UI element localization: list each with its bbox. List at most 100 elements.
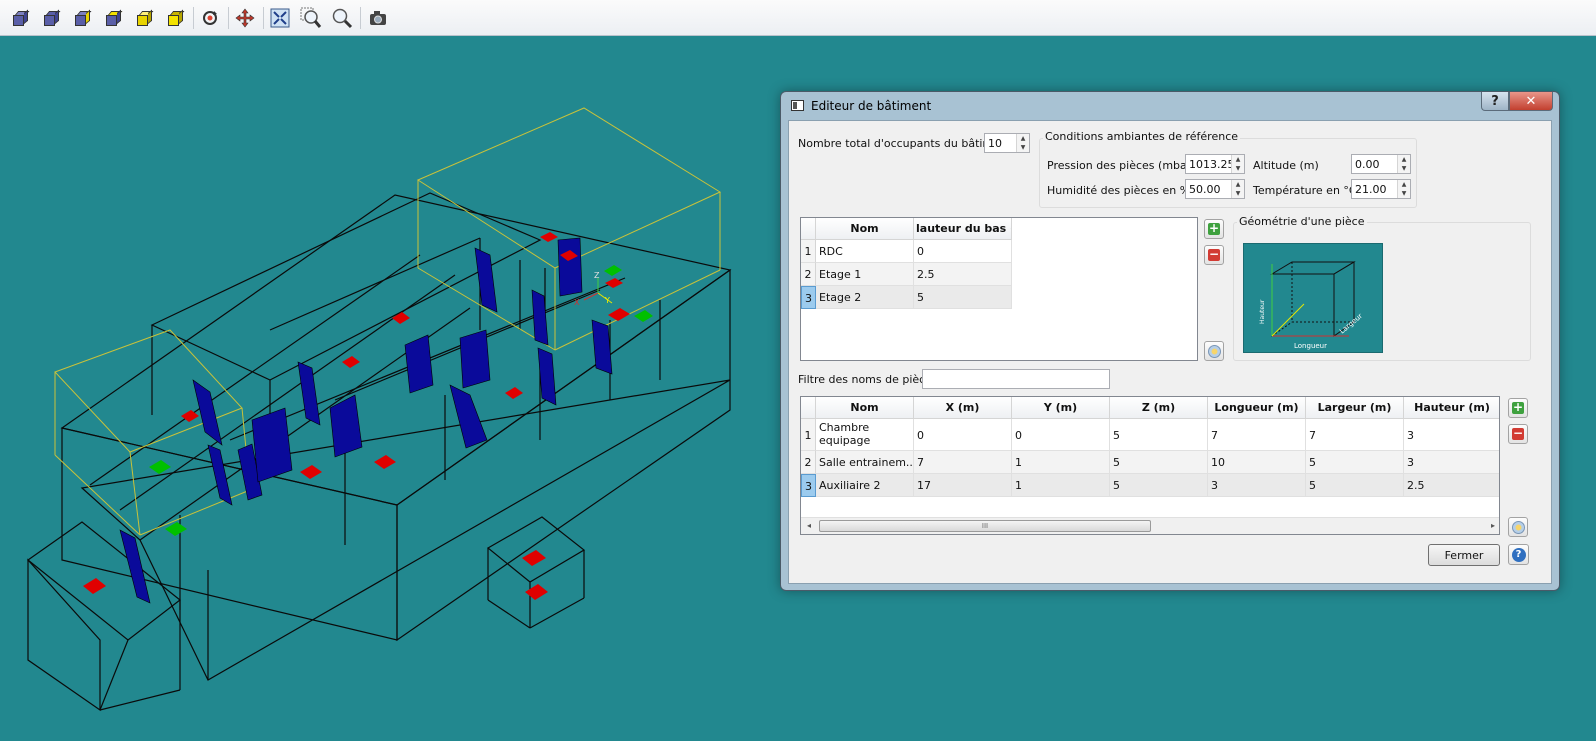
minus-icon: − <box>1512 426 1524 440</box>
help-icon[interactable]: ? <box>1481 92 1509 111</box>
room-y-cell[interactable]: 1 <box>1012 474 1110 497</box>
room-row-header[interactable]: 1 <box>801 419 816 451</box>
room-name-cell[interactable]: Auxiliaire 2 <box>816 474 914 497</box>
pressure-label: Pression des pièces (mbars) <box>1047 159 1202 172</box>
room-y-cell[interactable]: 1 <box>1012 451 1110 474</box>
room-length-cell[interactable]: 3 <box>1208 474 1306 497</box>
floors-header-name[interactable]: Nom <box>816 218 914 240</box>
room-name-cell[interactable]: Salle entrainem... <box>816 451 914 474</box>
room-z-cell[interactable]: 5 <box>1110 419 1208 451</box>
floor-row-header[interactable]: 2 <box>801 263 816 286</box>
floors-header-height[interactable]: lauteur du bas (m <box>914 218 1012 240</box>
room-height-cell[interactable]: 3 <box>1404 451 1499 474</box>
floor-row-header[interactable]: 1 <box>801 240 816 263</box>
main-toolbar <box>0 0 1596 36</box>
room-length-cell[interactable]: 10 <box>1208 451 1306 474</box>
axis-z-label: Z <box>594 271 600 280</box>
scroll-right-icon[interactable]: ▸ <box>1487 519 1499 533</box>
zoom-fit-icon[interactable] <box>268 6 292 30</box>
humidity-spinbox[interactable]: 50.00 ▲ ▼ <box>1185 179 1245 199</box>
occupants-label: Nombre total d'occupants du bâtiment <box>798 137 1012 150</box>
room-length-cell[interactable]: 7 <box>1208 419 1306 451</box>
floors-table[interactable]: Nom lauteur du bas (m 1 RDC 0 2 Etage 1 … <box>800 217 1198 361</box>
floor-name-cell[interactable]: RDC <box>816 240 914 263</box>
view-front-icon[interactable] <box>8 6 32 30</box>
scroll-thumb[interactable]: III <box>819 520 1151 532</box>
room-width-cell[interactable]: 5 <box>1306 474 1404 497</box>
zoom-icon[interactable] <box>330 6 354 30</box>
spin-arrows-icon[interactable]: ▲ ▼ <box>1231 155 1244 173</box>
view-right-icon[interactable] <box>101 6 125 30</box>
rooms-header-y[interactable]: Y (m) <box>1012 397 1110 419</box>
rooms-header-width[interactable]: Largeur (m) <box>1306 397 1404 419</box>
room-filter-input[interactable] <box>922 369 1110 389</box>
altitude-label: Altitude (m) <box>1253 159 1319 172</box>
temperature-spinbox[interactable]: 21.00 ▲ ▼ <box>1351 179 1411 199</box>
room-z-cell[interactable]: 5 <box>1110 474 1208 497</box>
room-z-cell[interactable]: 5 <box>1110 451 1208 474</box>
rooms-header-x[interactable]: X (m) <box>914 397 1012 419</box>
room-width-cell[interactable]: 5 <box>1306 451 1404 474</box>
humidity-label: Humidité des pièces en % <box>1047 184 1191 197</box>
minus-icon: − <box>1208 247 1220 261</box>
room-width-cell[interactable]: 7 <box>1306 419 1404 451</box>
screenshot-icon[interactable] <box>366 6 390 30</box>
dialog-help-button[interactable]: ? <box>1508 544 1529 565</box>
floor-name-cell[interactable]: Etage 2 <box>816 286 914 309</box>
dialog-titlebar[interactable]: Editeur de bâtiment ? ✕ <box>781 92 1559 120</box>
room-x-cell[interactable]: 7 <box>914 451 1012 474</box>
room-options-button[interactable] <box>1508 517 1528 537</box>
settings-icon <box>1511 520 1525 534</box>
geometry-hauteur-label: Hauteur <box>1259 299 1266 324</box>
add-room-button[interactable]: + <box>1508 398 1528 418</box>
rooms-table[interactable]: Nom X (m) Y (m) Z (m) Longueur (m) Large… <box>800 396 1500 535</box>
floor-height-cell[interactable]: 5 <box>914 286 1012 309</box>
spin-arrows-icon[interactable]: ▲ ▼ <box>1016 134 1029 152</box>
view-top-icon[interactable] <box>132 6 156 30</box>
floor-name-cell[interactable]: Etage 1 <box>816 263 914 286</box>
room-x-cell[interactable]: 0 <box>914 419 1012 451</box>
rooms-hscrollbar[interactable]: ◂ III ▸ <box>801 517 1499 534</box>
rotate-icon[interactable] <box>198 6 222 30</box>
geometry-longueur-label: Longueur <box>1294 342 1327 350</box>
add-floor-button[interactable]: + <box>1204 219 1224 239</box>
room-y-cell[interactable]: 0 <box>1012 419 1110 451</box>
altitude-spinbox[interactable]: 0.00 ▲ ▼ <box>1351 154 1411 174</box>
room-row-header-selected[interactable]: 3 <box>801 474 816 497</box>
remove-room-button[interactable]: − <box>1508 424 1528 444</box>
floor-row-header-selected[interactable]: 3 <box>801 286 816 309</box>
floor-height-cell[interactable]: 2.5 <box>914 263 1012 286</box>
remove-floor-button[interactable]: − <box>1204 245 1224 265</box>
humidity-value: 50.00 <box>1189 183 1221 196</box>
pressure-spinbox[interactable]: 1013.25 ▲ ▼ <box>1185 154 1245 174</box>
plus-icon: + <box>1208 221 1220 235</box>
room-height-cell[interactable]: 2.5 <box>1404 474 1499 497</box>
plus-icon: + <box>1512 400 1524 414</box>
settings-icon <box>1207 344 1221 358</box>
scroll-left-icon[interactable]: ◂ <box>803 519 815 533</box>
room-height-cell[interactable]: 3 <box>1404 419 1499 451</box>
pan-icon[interactable] <box>233 6 257 30</box>
view-bottom-icon[interactable] <box>163 6 187 30</box>
spin-arrows-icon[interactable]: ▲ ▼ <box>1397 155 1410 173</box>
view-left-icon[interactable] <box>70 6 94 30</box>
room-name-cell[interactable]: Chambre equipage <box>816 419 914 451</box>
rooms-header-z[interactable]: Z (m) <box>1110 397 1208 419</box>
room-row-header[interactable]: 2 <box>801 451 816 474</box>
floor-height-cell[interactable]: 0 <box>914 240 1012 263</box>
altitude-value: 0.00 <box>1355 158 1380 171</box>
occupants-spinbox[interactable]: 10 ▲ ▼ <box>984 133 1030 153</box>
close-button[interactable]: Fermer <box>1428 544 1500 566</box>
rooms-header-name[interactable]: Nom <box>816 397 914 419</box>
floor-options-button[interactable] <box>1204 341 1224 361</box>
spin-arrows-icon[interactable]: ▲ ▼ <box>1231 180 1244 198</box>
temperature-value: 21.00 <box>1355 183 1387 196</box>
rooms-header-height[interactable]: Hauteur (m) <box>1404 397 1499 419</box>
rooms-header-length[interactable]: Longueur (m) <box>1208 397 1306 419</box>
room-x-cell[interactable]: 17 <box>914 474 1012 497</box>
view-back-icon[interactable] <box>39 6 63 30</box>
axis-x-label: X <box>574 298 580 307</box>
zoom-window-icon[interactable] <box>299 6 323 30</box>
spin-arrows-icon[interactable]: ▲ ▼ <box>1397 180 1410 198</box>
close-icon[interactable]: ✕ <box>1509 92 1553 111</box>
